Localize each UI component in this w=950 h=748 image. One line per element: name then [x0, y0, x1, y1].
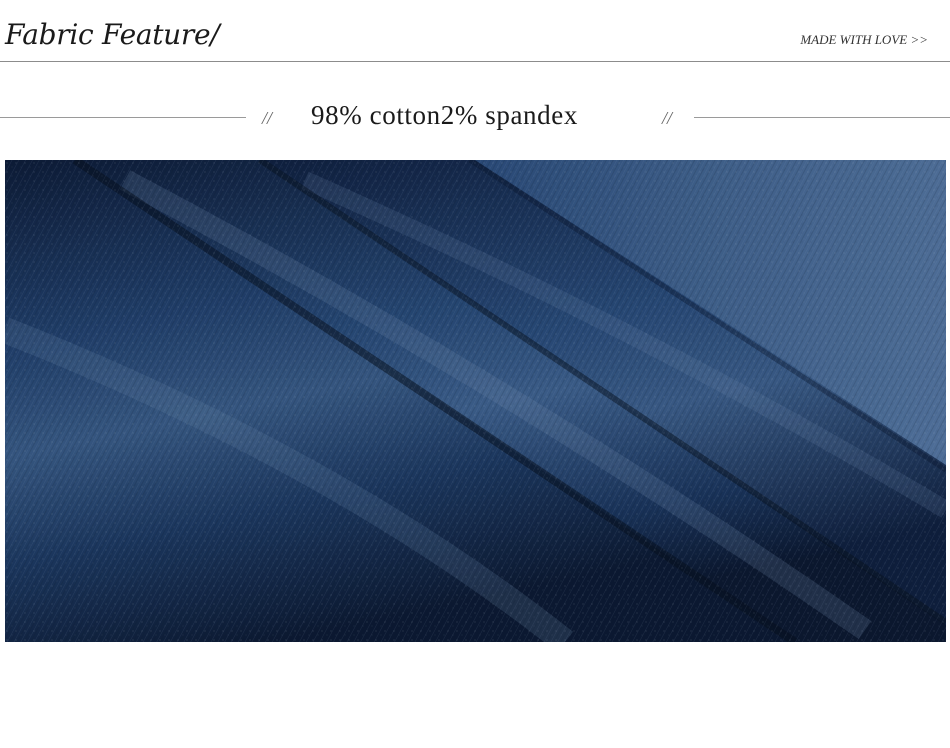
header-divider [0, 61, 950, 62]
made-with-love-tag: MADE WITH LOVE >> [800, 32, 928, 47]
subheading-slash-right: // [662, 108, 673, 128]
section-header: Fabric Feature/ MADE WITH LOVE >> [0, 0, 950, 62]
denim-fabric-image [5, 160, 946, 642]
subheading-rule-right [694, 117, 950, 118]
section-title: Fabric Feature/ [5, 18, 220, 51]
denim-fabric-photo [5, 160, 946, 642]
subheading-slash-left: // [262, 108, 273, 128]
fabric-composition-heading: // 98% cotton2% spandex // [0, 96, 950, 140]
fabric-composition-text: 98% cotton2% spandex [311, 100, 578, 130]
subheading-rule-left [0, 117, 246, 118]
